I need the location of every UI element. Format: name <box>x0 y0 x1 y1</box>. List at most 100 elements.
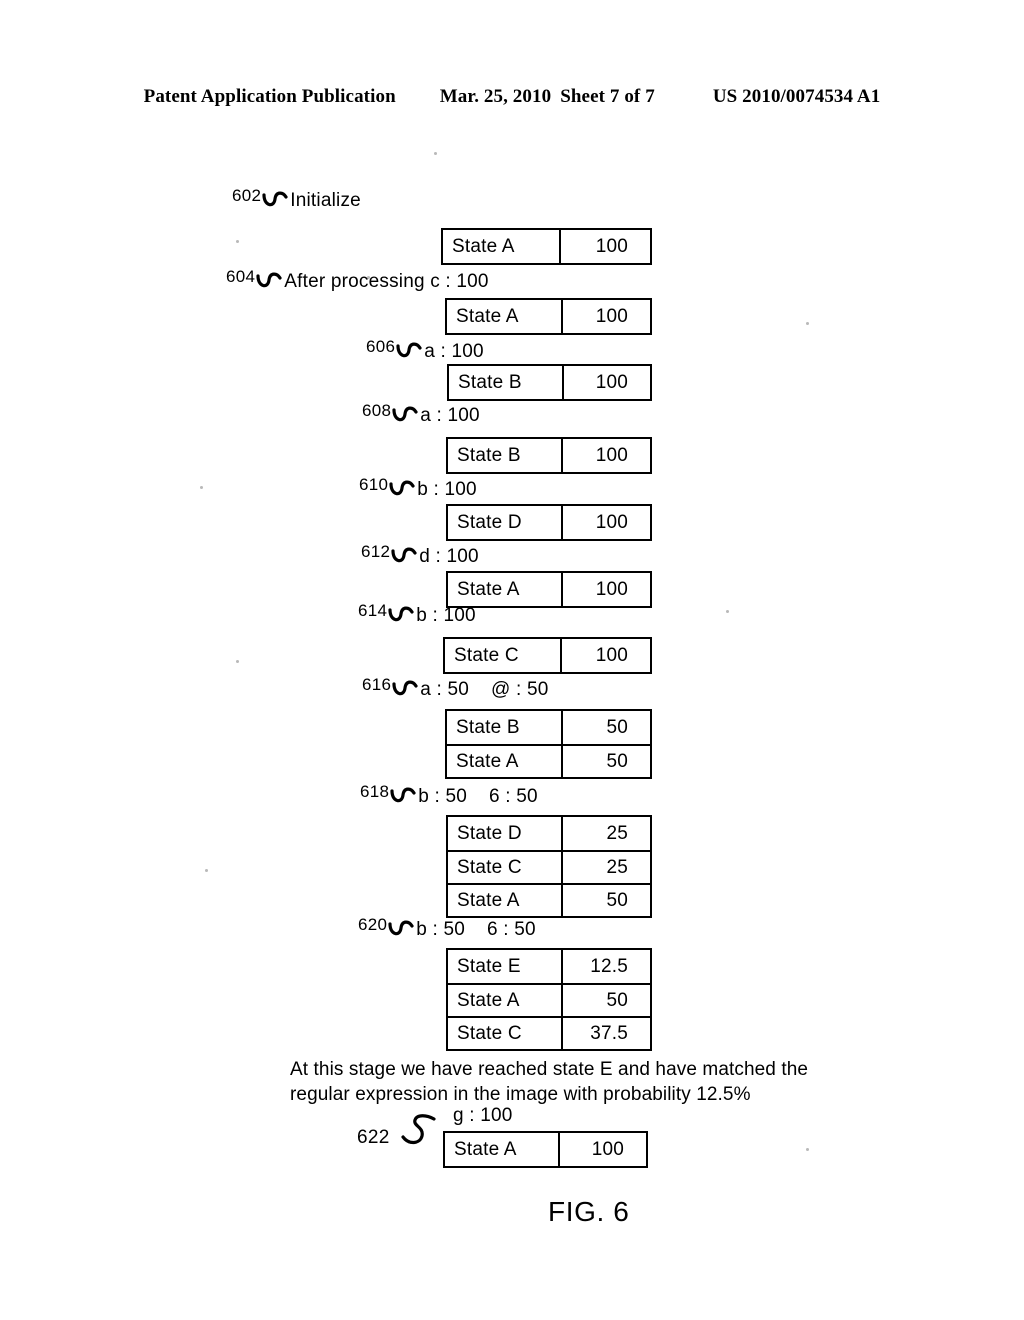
table-row: State A 100 <box>448 573 650 606</box>
ref-number-622: 622 <box>357 1127 390 1148</box>
leader-line-icon <box>392 678 418 698</box>
step-label-614: 614 b : 100 <box>358 602 476 626</box>
state-value: 100 <box>595 511 628 533</box>
table-row: State B 100 <box>449 366 650 399</box>
state-name: State A <box>448 573 564 606</box>
table-row: State A 100 <box>443 230 650 263</box>
leader-line-icon <box>262 189 288 209</box>
narrative-text: At this stage we have reached state E an… <box>290 1059 809 1105</box>
scan-speck <box>806 322 809 325</box>
state-name: State A <box>445 1133 560 1166</box>
table-606: State B 100 <box>447 364 652 401</box>
step-text-622: g : 100 <box>453 1105 513 1126</box>
step-label-602: 602 Initialize <box>232 186 361 211</box>
table-602: State A 100 <box>441 228 652 265</box>
state-value: 100 <box>595 235 628 257</box>
step-text-616-a: a : 50 <box>420 679 470 700</box>
step-label-606: 606 a : 100 <box>366 337 484 362</box>
state-value: 50 <box>606 716 628 738</box>
state-name: State D <box>448 506 564 539</box>
leader-line-icon <box>389 478 415 498</box>
table-row: State D 25 <box>448 817 650 850</box>
scan-speck <box>236 240 239 243</box>
step-text-618-a: b : 50 <box>418 786 468 807</box>
leader-line-icon <box>392 404 418 424</box>
state-value: 50 <box>606 989 628 1011</box>
step-text-610: b : 100 <box>417 479 477 500</box>
scan-speck <box>236 660 239 663</box>
state-name: State B <box>447 711 563 744</box>
table-row: State C 100 <box>445 639 650 672</box>
state-name: State E <box>448 950 564 983</box>
step-label-610: 610 b : 100 <box>359 475 477 500</box>
leader-line-icon <box>256 270 282 290</box>
step-text-616-b: @ : 50 <box>491 679 549 700</box>
state-name: State C <box>448 1018 564 1049</box>
table-row: State A 50 <box>448 983 650 1016</box>
step-label-612: 612 d : 100 <box>361 542 479 567</box>
leader-line-icon <box>390 785 416 805</box>
table-row: State A 50 <box>448 883 650 916</box>
leader-line-icon <box>388 604 414 624</box>
state-value: 100 <box>595 578 628 600</box>
step-label-608: 608 a : 100 <box>362 401 480 426</box>
state-name: State B <box>449 366 564 399</box>
state-value: 100 <box>595 644 628 666</box>
state-name: State B <box>448 439 564 472</box>
table-622: State A 100 <box>443 1131 648 1168</box>
scan-speck <box>205 869 208 872</box>
step-text-620-a: b : 50 <box>416 919 466 940</box>
step-text-604: After processing c : 100 <box>284 271 489 292</box>
state-name: State A <box>443 230 561 263</box>
table-row: State A 100 <box>447 300 650 333</box>
table-616: State B 50 State A 50 <box>445 709 652 779</box>
step-text-620: b : 50 6 : 50 <box>416 920 536 939</box>
scan-speck <box>726 610 729 613</box>
state-name: State C <box>445 639 562 672</box>
leader-line-icon <box>391 545 417 565</box>
step-label-616: 616 a : 50 @ : 50 <box>362 675 548 699</box>
ref-number-616: 616 <box>362 675 392 694</box>
state-name: State A <box>447 746 563 777</box>
ref-number-620: 620 <box>358 915 388 934</box>
state-value: 100 <box>591 1138 624 1160</box>
state-name: State D <box>448 817 564 850</box>
ref-number-612: 612 <box>361 542 391 561</box>
table-612: State A 100 <box>446 571 652 608</box>
ref-number-604: 604 <box>226 267 256 286</box>
step-text-618-b: 6 : 50 <box>489 786 538 807</box>
state-name: State C <box>448 852 564 883</box>
figure-caption: FIG. 6 <box>548 1196 630 1227</box>
step-text-606: a : 100 <box>424 341 484 362</box>
state-value: 50 <box>606 889 628 911</box>
state-name: State A <box>448 985 564 1016</box>
scan-speck <box>434 152 437 155</box>
ref-number-618: 618 <box>360 782 390 801</box>
state-value: 100 <box>595 305 628 327</box>
table-614: State C 100 <box>443 637 652 674</box>
ref-number-602: 602 <box>232 186 262 205</box>
table-610: State D 100 <box>446 504 652 541</box>
ref-number-606: 606 <box>366 337 396 356</box>
step-text-608: a : 100 <box>420 405 480 426</box>
step-text-620-b: 6 : 50 <box>487 919 536 940</box>
ref-number-610: 610 <box>359 475 389 494</box>
table-608: State B 100 <box>446 437 652 474</box>
state-value: 25 <box>606 822 628 844</box>
scan-speck <box>806 1148 809 1151</box>
table-row: State C 37.5 <box>448 1016 650 1049</box>
scan-speck <box>200 486 203 489</box>
step-text-618: b : 50 6 : 50 <box>418 787 538 806</box>
step-text-612: d : 100 <box>419 546 479 567</box>
step-text-602: Initialize <box>290 190 361 211</box>
step-text-614: b : 100 <box>416 605 476 626</box>
state-name: State A <box>447 300 563 333</box>
ref-number-608: 608 <box>362 401 392 420</box>
state-value: 37.5 <box>590 1022 628 1044</box>
step-text-616: a : 50 @ : 50 <box>420 680 548 699</box>
state-name: State A <box>448 885 564 916</box>
table-row: State A 50 <box>447 744 650 777</box>
table-row: State B 100 <box>448 439 650 472</box>
figure-6-diagram: 602 Initialize State A 100 604 After pro… <box>0 0 1024 1320</box>
table-618: State D 25 State C 25 State A 50 <box>446 815 652 918</box>
